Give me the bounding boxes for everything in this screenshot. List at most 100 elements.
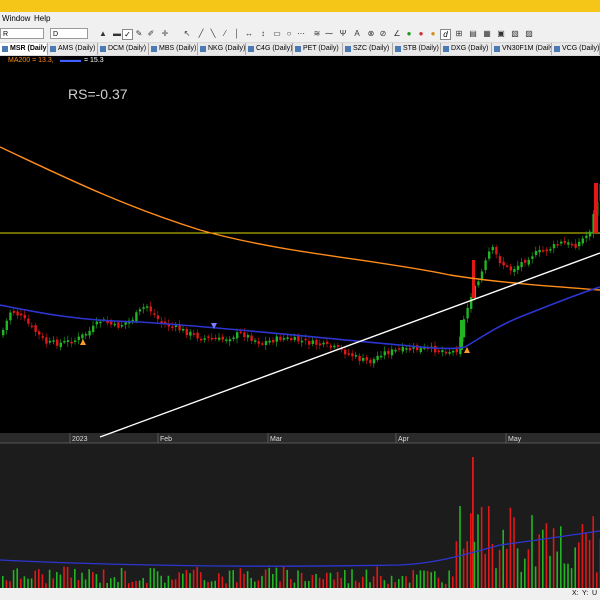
tab-dxg[interactable]: DXG (Daily) [441, 43, 492, 55]
menu-help[interactable]: Help [34, 14, 50, 23]
tab-vcg[interactable]: VCG (Daily) [552, 43, 600, 55]
ray-tool-icon[interactable]: ╲ [208, 29, 218, 39]
hline-tool-icon[interactable]: ↔ [244, 29, 254, 39]
channel-tool-icon[interactable]: ⁄ [220, 29, 230, 39]
symbol-input[interactable]: R [0, 28, 44, 39]
volume-bar [329, 572, 332, 588]
candle-body [383, 351, 386, 356]
candle-body [192, 333, 196, 335]
candle-body [329, 345, 332, 348]
candle-body [369, 359, 372, 364]
candle-body [333, 345, 336, 348]
volume-bar [203, 580, 206, 588]
candle-body [502, 261, 505, 266]
candle-body [16, 311, 19, 316]
script-icon[interactable]: d [440, 29, 451, 40]
globe-icon[interactable]: ● [404, 29, 414, 39]
volume-bar [513, 517, 515, 588]
volume-bar [326, 572, 328, 588]
tab-dcm[interactable]: DCM (Daily) [98, 43, 149, 55]
date-label-may: May [508, 436, 522, 443]
volume-bar [95, 574, 98, 588]
menu-window[interactable]: Window [2, 14, 30, 23]
crosshair-icon[interactable]: ✛ [160, 29, 170, 39]
ma200-legend: MA200 = 13.3, [8, 57, 54, 64]
volume-bar [77, 580, 80, 588]
status-bar: X: Y: U [0, 588, 600, 600]
vline-tool-icon[interactable]: │ [232, 29, 242, 39]
color-icon[interactable]: ▬ [112, 29, 122, 39]
pitchfork-tool-icon[interactable]: Ψ [338, 29, 348, 39]
candle-body [448, 352, 451, 354]
line-tool-icon[interactable]: ╱ [196, 29, 206, 39]
pencil-icon[interactable]: ✎ [134, 29, 144, 39]
candle-body [380, 355, 383, 358]
volume-bar [340, 577, 342, 588]
candle-body [243, 332, 246, 338]
grid-icon[interactable]: ▧ [510, 29, 520, 39]
volume-bar [549, 555, 551, 588]
volume-bar [268, 567, 270, 588]
zigzag-tool-icon[interactable]: ⁓ [324, 29, 334, 39]
candle-body [84, 333, 88, 336]
price-chart[interactable]: 2023 Feb Mar Apr May RS=-0.37 [0, 65, 600, 600]
text-tool-icon[interactable]: A [352, 29, 362, 39]
wave-tool-icon[interactable]: ≋ [312, 29, 322, 39]
layout-icon[interactable]: ▦ [482, 29, 492, 39]
range-tool-icon[interactable]: ↕ [258, 29, 268, 39]
volume-bar [495, 568, 497, 588]
highlight-icon[interactable]: ▲ [98, 29, 108, 39]
volume-bar [412, 570, 414, 588]
candle-body [174, 325, 178, 327]
indicator-legend: MA200 = 13.3, ▬▬▬ = 15.3 [0, 56, 600, 65]
tab-msr[interactable]: MSR (Daily) [0, 43, 48, 55]
angle-tool-icon[interactable]: ∠ [392, 29, 402, 39]
alert-icon[interactable]: ● [428, 29, 438, 39]
fan-tool-icon[interactable]: ⊘ [378, 29, 388, 39]
volume-bar [390, 575, 393, 588]
tab-c4g[interactable]: C4G (Daily) [246, 43, 293, 55]
check-icon[interactable]: ✓ [122, 29, 133, 40]
tab-nkg[interactable]: NKG (Daily) [198, 43, 246, 55]
candle-body [34, 325, 37, 332]
arrow-tool-icon[interactable]: ↖ [182, 29, 192, 39]
ellipse-tool-icon[interactable]: ○ [284, 29, 294, 39]
tab-pet[interactable]: PET (Daily) [293, 43, 343, 55]
volume-bar [570, 568, 573, 588]
volume-bar [545, 523, 548, 588]
candle-body [74, 340, 77, 343]
tab-chart-icon [2, 46, 8, 52]
candle-body [30, 325, 34, 328]
tab-mbs[interactable]: MBS (Daily) [149, 43, 198, 55]
tab-vn30f1m[interactable]: VN30F1M (Daily) [492, 43, 552, 55]
rect-tool-icon[interactable]: ▭ [272, 29, 282, 39]
volume-bar [74, 568, 76, 588]
tab-stb[interactable]: STB (Daily) [393, 43, 441, 55]
template-icon[interactable]: ▤ [468, 29, 478, 39]
volume-bar [336, 571, 339, 588]
candle-body [563, 240, 566, 243]
volume-bar [380, 575, 382, 588]
delete-tool-icon[interactable]: ⊗ [366, 29, 376, 39]
volume-bar [365, 569, 368, 588]
candle-body [394, 349, 397, 352]
volume-bar [38, 569, 40, 588]
candle-body [390, 349, 394, 356]
settings-icon[interactable]: ▨ [524, 29, 534, 39]
volume-bar [88, 569, 90, 588]
period-select[interactable]: D [50, 28, 88, 39]
candle-body [120, 325, 124, 327]
fib-tool-icon[interactable]: ⋯ [296, 29, 306, 39]
zoom-icon[interactable]: ▣ [496, 29, 506, 39]
tab-szc[interactable]: SZC (Daily) [343, 43, 393, 55]
volume-bar [401, 575, 404, 588]
volume-bar [185, 569, 188, 588]
tab-label: VCG (Daily) [562, 45, 600, 52]
indicator-icon[interactable]: ⊞ [454, 29, 464, 39]
volume-bar [30, 578, 33, 588]
draw-icon[interactable]: ✐ [146, 29, 156, 39]
candle-body [56, 339, 59, 346]
tab-ams[interactable]: AMS (Daily) [48, 43, 98, 55]
candle-body [308, 340, 311, 345]
refresh-icon[interactable]: ● [416, 29, 426, 39]
